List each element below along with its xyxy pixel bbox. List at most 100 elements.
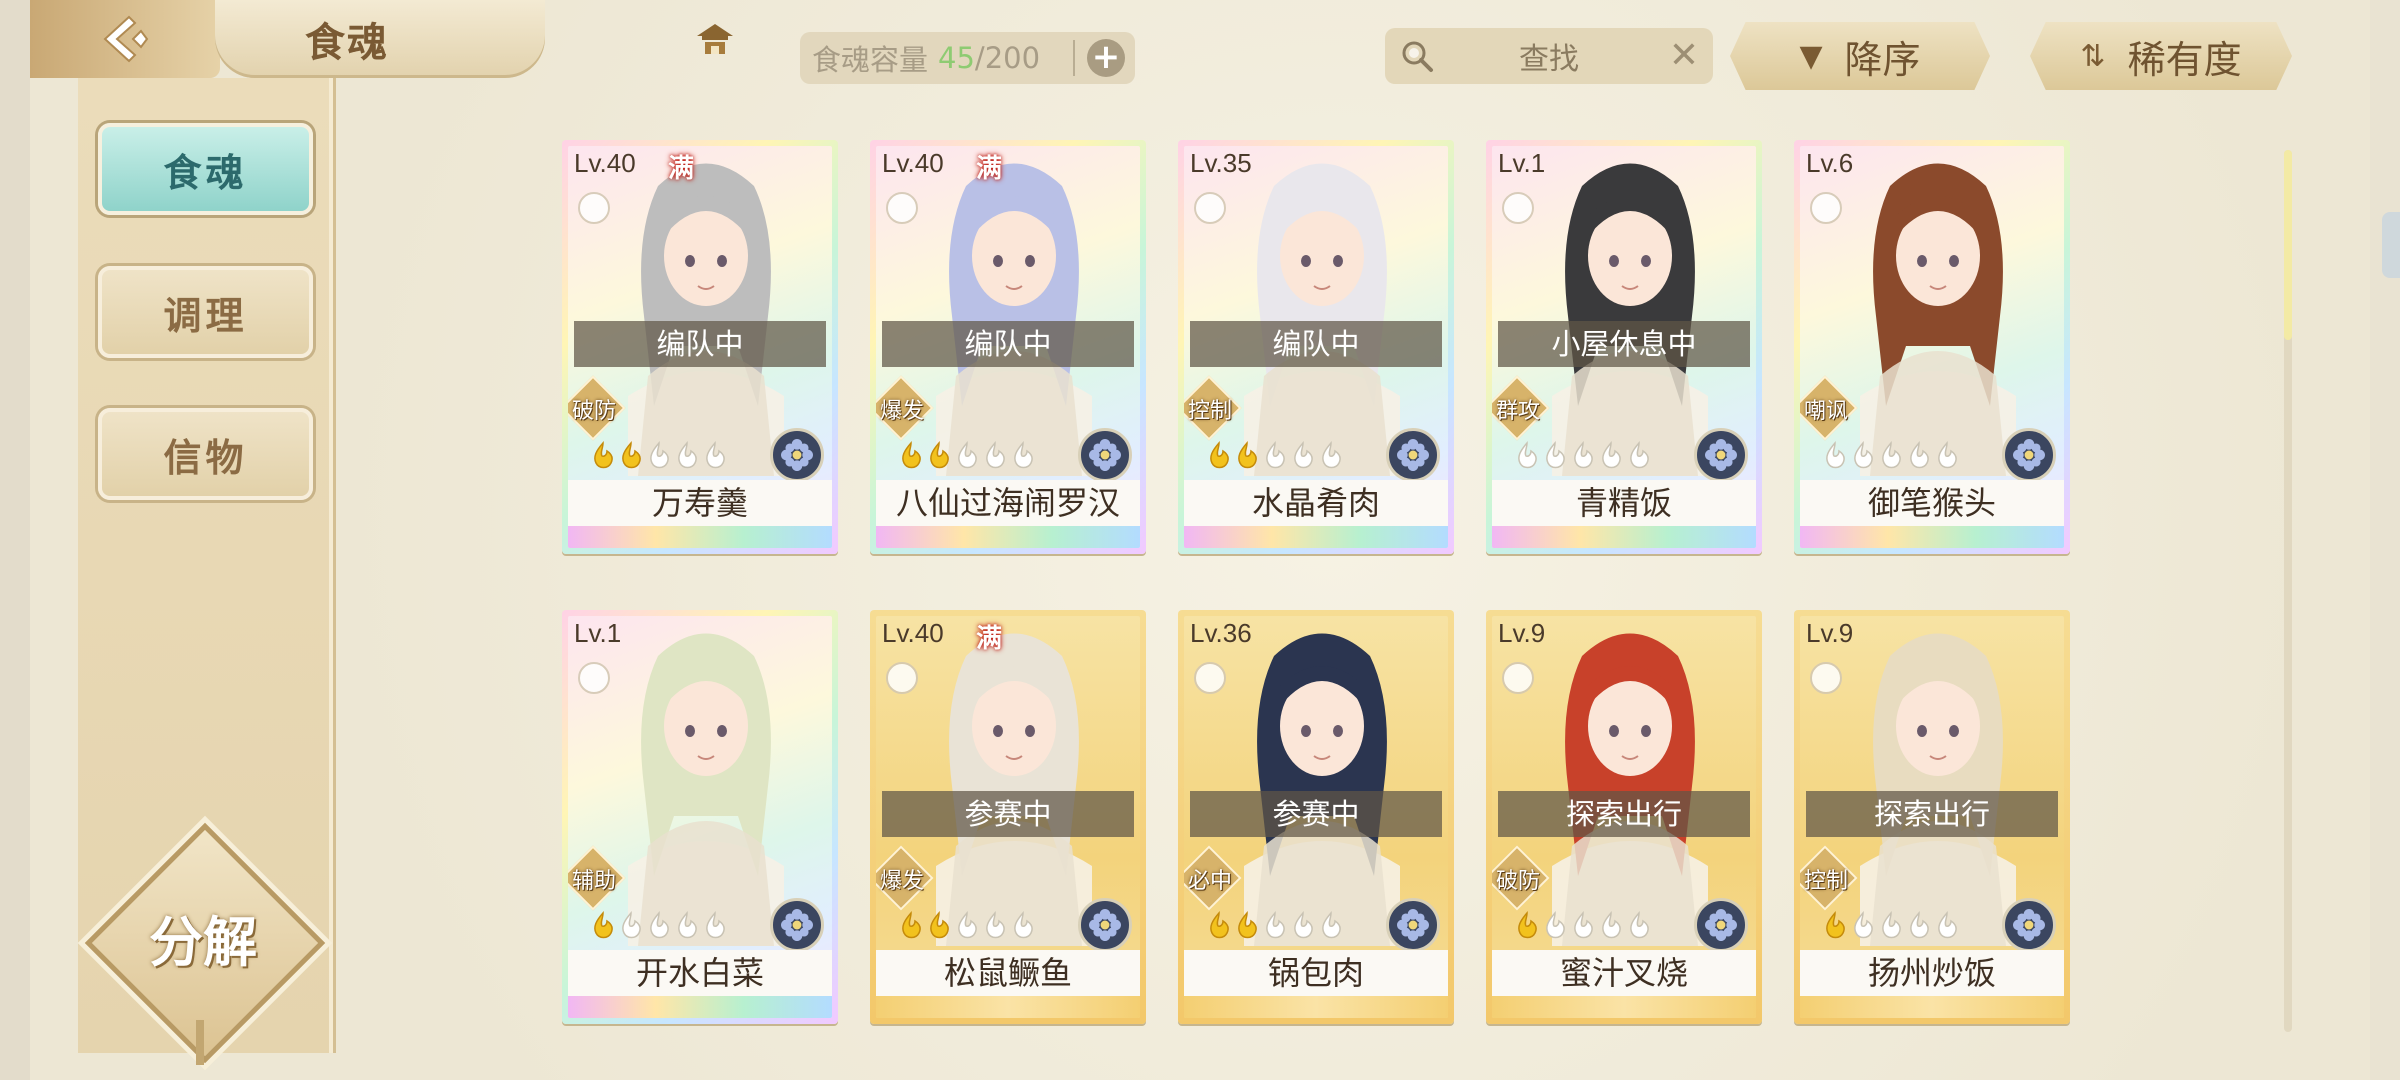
home-icon[interactable]: [693, 18, 737, 62]
flame-star-empty-icon: [1266, 441, 1285, 469]
character-portrait: [1860, 633, 2016, 946]
flame-star-empty-icon: [1602, 441, 1621, 469]
card-frame-strip: [1492, 526, 1756, 548]
card-inner: Lv.36 参赛中 必中 锅包肉: [1184, 616, 1448, 1018]
role-label: 辅助: [571, 869, 616, 894]
card-name: 青精饭: [1492, 480, 1756, 526]
flame-star-lit-icon: [594, 441, 613, 469]
flame-star-lit-icon: [902, 911, 921, 939]
card-level: Lv.1: [574, 618, 622, 648]
flame-star-empty-icon: [1518, 441, 1537, 469]
card-status: 小屋休息中: [1498, 321, 1750, 367]
flame-star-empty-icon: [1546, 911, 1565, 939]
food-soul-card[interactable]: Lv.40 满 编队中 破防 万寿羹: [562, 140, 838, 554]
character-portrait: [1860, 163, 2016, 476]
card-frame-strip: [568, 526, 832, 548]
element-emblem-icon: [770, 428, 824, 482]
flame-star-lit-icon: [1826, 911, 1845, 939]
flame-star-empty-icon: [1630, 911, 1649, 939]
element-emblem-icon: [1386, 898, 1440, 952]
role-badge: 控制: [1800, 845, 1858, 911]
flame-star-empty-icon: [650, 441, 669, 469]
flame-star-empty-icon: [958, 441, 977, 469]
flame-star-empty-icon: [622, 911, 641, 939]
flame-star-empty-icon: [1546, 441, 1565, 469]
capacity-display: 食魂容量 45 /200 +: [800, 32, 1135, 84]
flame-star-empty-icon: [706, 911, 725, 939]
food-soul-card[interactable]: Lv.40 满 编队中 爆发 八仙过海闹罗汉: [870, 140, 1146, 554]
element-emblem-icon: [770, 898, 824, 952]
flame-star-empty-icon: [1294, 911, 1313, 939]
role-label: 控制: [1187, 399, 1232, 424]
card-name: 松鼠鳜鱼: [876, 950, 1140, 996]
bowl-icon: [1810, 662, 1842, 694]
card-inner: Lv.40 满 参赛中 爆发 松鼠鳜鱼: [876, 616, 1140, 1018]
character-portrait: [628, 633, 784, 946]
food-soul-card[interactable]: Lv.6 嘲讽 御笔猴头: [1794, 140, 2070, 554]
role-label: 群攻: [1495, 399, 1540, 424]
star-rating: [1206, 911, 1344, 943]
capacity-divider: [1073, 40, 1075, 76]
card-status: 探索出行: [1806, 791, 2058, 837]
flame-star-empty-icon: [986, 441, 1005, 469]
star-rating: [1514, 911, 1652, 943]
star-rating: [1514, 441, 1652, 473]
element-emblem-icon: [1386, 428, 1440, 482]
flame-star-empty-icon: [1266, 911, 1285, 939]
flame-star-empty-icon: [678, 441, 697, 469]
sidebar-item-tiaoli[interactable]: 调理: [98, 266, 313, 358]
flame-star-empty-icon: [986, 911, 1005, 939]
bowl-icon: [1502, 662, 1534, 694]
card-frame-strip: [1184, 526, 1448, 548]
back-button[interactable]: [30, 0, 220, 78]
max-level-badge: 满: [668, 154, 695, 184]
sort-order-label: 降序: [1844, 37, 1921, 82]
add-capacity-button[interactable]: +: [1087, 39, 1125, 77]
role-badge: 群攻: [1492, 375, 1550, 441]
star-rating: [1822, 911, 1960, 943]
card-inner: Lv.1 小屋休息中 群攻 青精饭: [1492, 146, 1756, 548]
role-label: 嘲讽: [1803, 399, 1848, 424]
flame-star-empty-icon: [1294, 441, 1313, 469]
role-badge: 破防: [568, 375, 626, 441]
scrollbar-thumb[interactable]: [2284, 150, 2292, 340]
sidebar-item-xinwu[interactable]: 信物: [98, 408, 313, 500]
character-portrait: [936, 633, 1092, 946]
food-soul-card[interactable]: Lv.35 编队中 控制 水晶肴肉: [1178, 140, 1454, 554]
sort-key-label: 稀有度: [2127, 37, 2242, 82]
card-inner: Lv.1 辅助 开水白菜: [568, 616, 832, 1018]
food-soul-card[interactable]: Lv.36 参赛中 必中 锅包肉: [1178, 610, 1454, 1024]
card-inner: Lv.35 编队中 控制 水晶肴肉: [1184, 146, 1448, 548]
star-rating: [590, 911, 728, 943]
bowl-icon: [578, 662, 610, 694]
food-soul-card[interactable]: Lv.1 辅助 开水白菜: [562, 610, 838, 1024]
food-soul-card[interactable]: Lv.9 探索出行 破防 蜜汁叉烧: [1486, 610, 1762, 1024]
decompose-label[interactable]: 分解: [108, 898, 298, 978]
card-name: 开水白菜: [568, 950, 832, 996]
flame-star-lit-icon: [1238, 441, 1257, 469]
flame-star-empty-icon: [1574, 911, 1593, 939]
flame-star-empty-icon: [958, 911, 977, 939]
max-level-badge: 满: [976, 624, 1003, 654]
clear-search-icon[interactable]: ✕: [1669, 36, 1699, 76]
search-input[interactable]: 查找 ✕: [1385, 28, 1713, 84]
right-frame: [2370, 0, 2400, 1080]
star-rating: [1206, 441, 1344, 473]
card-frame-strip: [1492, 996, 1756, 1018]
card-inner: Lv.40 满 编队中 破防 万寿羹: [568, 146, 832, 548]
food-soul-card[interactable]: Lv.9 探索出行 控制 扬州炒饭: [1794, 610, 2070, 1024]
flame-star-empty-icon: [1630, 441, 1649, 469]
character-portrait: [936, 163, 1092, 476]
sort-order-button[interactable]: ▼ 降序: [1730, 22, 1990, 90]
card-name: 八仙过海闹罗汉: [876, 480, 1140, 526]
role-label: 爆发: [879, 869, 924, 894]
sort-key-button[interactable]: ⇅ 稀有度: [2030, 22, 2292, 90]
food-soul-card[interactable]: Lv.40 满 参赛中 爆发 松鼠鳜鱼: [870, 610, 1146, 1024]
side-handle[interactable]: [2382, 212, 2400, 278]
sidebar-item-shihun[interactable]: 食魂: [98, 123, 313, 215]
decompose-tassel: [196, 1020, 204, 1065]
element-emblem-icon: [1078, 898, 1132, 952]
food-soul-card[interactable]: Lv.1 小屋休息中 群攻 青精饭: [1486, 140, 1762, 554]
character-portrait: [1552, 163, 1708, 476]
element-emblem-icon: [1694, 428, 1748, 482]
